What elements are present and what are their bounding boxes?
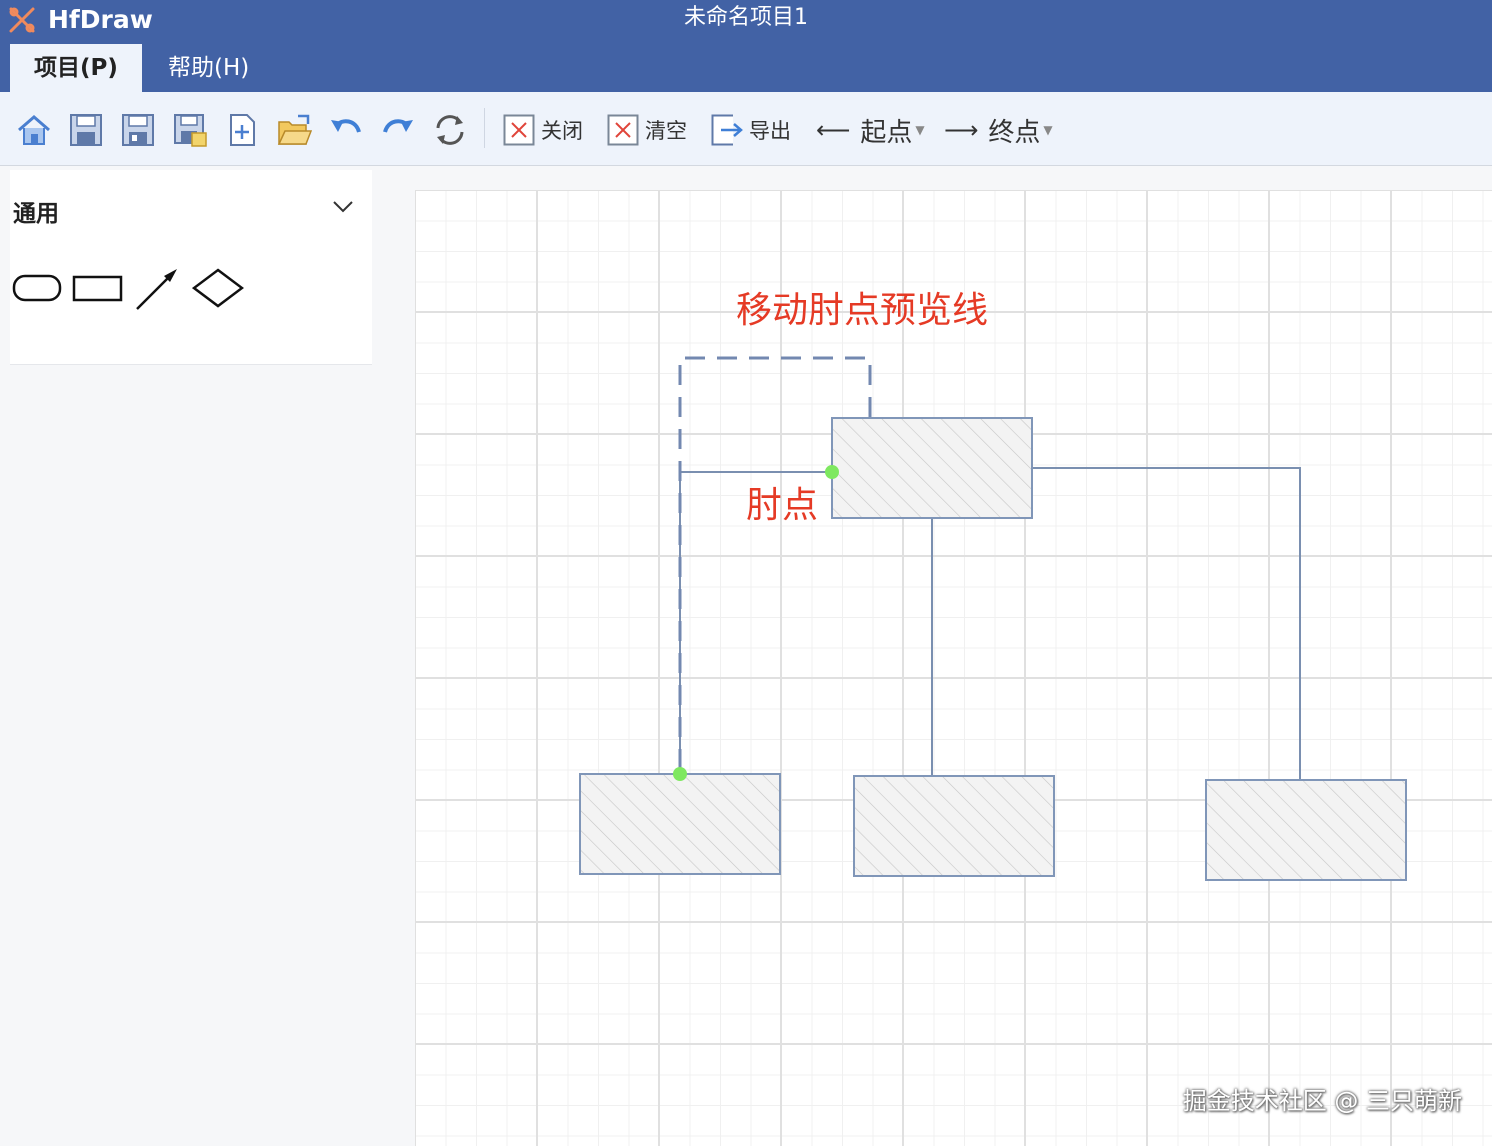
elbow-handle[interactable] (673, 767, 687, 781)
right-arrow-icon: ⟶ (944, 116, 979, 144)
diagram (579, 356, 1407, 881)
diagram-node[interactable] (1205, 779, 1407, 881)
left-arrow-icon: ⟵ (816, 116, 851, 144)
open-folder-icon[interactable] (276, 112, 312, 148)
diamond-shape[interactable] (192, 268, 244, 308)
close-button-label: 关闭 (541, 119, 583, 143)
home-icon[interactable] (16, 112, 52, 148)
shape-panel-general: 通用 (10, 170, 372, 365)
annotation-elbow-point: 肘点 (746, 485, 819, 526)
rectangle-shape[interactable] (72, 274, 124, 302)
chevron-down-icon[interactable] (332, 200, 354, 214)
undo-icon[interactable] (328, 112, 364, 148)
menu-tab-help[interactable]: 帮助(H) (144, 44, 273, 92)
toolbar-separator (484, 108, 485, 148)
redo-icon[interactable] (380, 112, 416, 148)
window-title: 未命名项目1 (684, 5, 808, 30)
clear-button[interactable]: 清空 (607, 110, 687, 150)
save-image-icon[interactable] (172, 112, 208, 148)
export-button-label: 导出 (749, 119, 791, 143)
close-button[interactable]: 关闭 (503, 110, 583, 150)
watermark: 掘金技术社区 @ 三只萌新 (1182, 1087, 1462, 1115)
sidebar: 通用 (0, 166, 392, 1146)
end-point-label: 终点 (988, 117, 1041, 148)
diagram-node[interactable] (853, 775, 1055, 877)
annotation-preview-line: 移动肘点预览线 (736, 290, 989, 331)
end-point-dropdown[interactable]: ⟶ 终点 ▼ (944, 110, 1053, 150)
elbow-handle[interactable] (825, 465, 839, 479)
diagram-node[interactable] (579, 773, 781, 875)
new-file-icon[interactable] (224, 112, 260, 148)
close-icon (503, 114, 535, 146)
title-bar: HfDraw 未命名项目1 项目(P) 帮助(H) (0, 0, 1492, 92)
panel-title[interactable]: 通用 (13, 194, 59, 228)
clear-icon (607, 114, 639, 146)
save-icon[interactable] (68, 112, 104, 148)
start-point-dropdown[interactable]: ⟵ 起点 ▼ (816, 110, 925, 150)
export-button[interactable]: 导出 (711, 110, 791, 150)
connector-line[interactable] (1032, 467, 1301, 780)
rounded-rectangle-shape[interactable] (12, 274, 62, 302)
caret-down-icon: ▼ (1043, 123, 1053, 137)
save-as-icon[interactable] (120, 112, 156, 148)
clear-button-label: 清空 (645, 119, 687, 143)
arrow-shape[interactable] (134, 266, 180, 312)
export-icon (711, 114, 743, 146)
caret-down-icon: ▼ (915, 123, 925, 137)
drawing-canvas[interactable]: 移动肘点预览线 肘点 (415, 190, 1492, 1146)
diagram-node[interactable] (831, 417, 1033, 519)
toolbar: 关闭 清空 导出 ⟵ 起点 ▼ ⟶ 终点 ▼ (0, 92, 1492, 166)
refresh-icon[interactable] (432, 112, 468, 148)
start-point-label: 起点 (860, 117, 913, 148)
menu-tab-project[interactable]: 项目(P) (10, 44, 142, 92)
